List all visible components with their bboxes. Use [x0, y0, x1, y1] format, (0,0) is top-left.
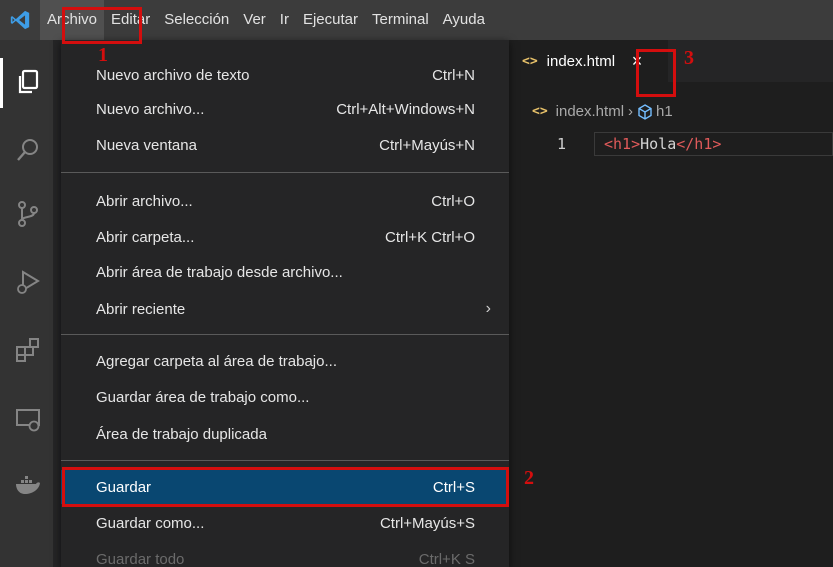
- menu-item-label: Área de trabajo duplicada: [96, 425, 267, 443]
- menu-separator: [61, 172, 509, 173]
- html-file-icon: <>: [522, 53, 538, 69]
- menu-item-shortcut: Ctrl+Mayús+S: [379, 514, 475, 532]
- menu-item-label: Nuevo archivo de texto: [96, 66, 250, 84]
- menu-ver[interactable]: Ver: [236, 0, 273, 40]
- menu-ir[interactable]: Ir: [273, 0, 296, 40]
- activity-bar: [0, 40, 53, 567]
- menu-item-label: Guardar área de trabajo como...: [96, 388, 310, 406]
- menu-item-abrir-carpeta[interactable]: Abrir carpeta... Ctrl+K Ctrl+O: [61, 220, 509, 254]
- code-text[interactable]: <h1>Hola</h1>: [604, 135, 721, 153]
- explorer-icon[interactable]: [14, 68, 42, 96]
- breadcrumb-symbol[interactable]: h1: [656, 103, 673, 120]
- menu-item-label: Abrir archivo...: [96, 192, 193, 210]
- menu-item-label: Abrir carpeta...: [96, 228, 195, 246]
- active-indicator: [0, 58, 3, 108]
- extensions-icon[interactable]: [14, 336, 42, 364]
- editor-area: <> index.html × <> index.html › h1 1 <h1…: [508, 40, 833, 567]
- vscode-logo-icon[interactable]: [0, 0, 40, 40]
- menu-item-label: Agregar carpeta al área de trabajo...: [96, 352, 337, 370]
- menu-item-label: Guardar todo: [96, 550, 185, 567]
- menu-item-guardar-area-trabajo[interactable]: Guardar área de trabajo como...: [61, 380, 509, 414]
- line-number: 1: [556, 135, 566, 153]
- menu-separator: [61, 334, 509, 335]
- annotation-number-1: 1: [98, 44, 108, 66]
- menu-item-label: Abrir reciente: [96, 300, 186, 318]
- menu-item-abrir-area-trabajo[interactable]: Abrir área de trabajo desde archivo...: [61, 255, 509, 289]
- menu-item-abrir-archivo[interactable]: Abrir archivo... Ctrl+O: [61, 184, 509, 218]
- chevron-right-icon: ›: [485, 300, 491, 317]
- menu-seleccion[interactable]: Selección: [157, 0, 236, 40]
- menu-item-nuevo-archivo[interactable]: Nuevo archivo... Ctrl+Alt+Windows+N: [61, 92, 509, 126]
- menu-item-shortcut: Ctrl+Alt+Windows+N: [336, 100, 475, 118]
- annotation-box-archivo: [62, 7, 142, 44]
- menu-item-abrir-reciente[interactable]: Abrir reciente ›: [61, 292, 509, 326]
- menu-item-guardar-como[interactable]: Guardar como... Ctrl+Mayús+S: [61, 506, 509, 540]
- code-open-tag: <h1>: [604, 135, 641, 153]
- menu-item-area-duplicada[interactable]: Área de trabajo duplicada: [61, 417, 509, 451]
- code-line[interactable]: 1 <h1>Hola</h1>: [508, 132, 833, 156]
- annotation-number-2: 2: [524, 467, 534, 489]
- menu-item-shortcut: Ctrl+O: [431, 192, 475, 210]
- run-debug-icon[interactable]: [14, 268, 42, 296]
- annotation-number-3: 3: [684, 47, 694, 69]
- breadcrumb-separator: ›: [628, 103, 634, 120]
- menu-item-label: Abrir área de trabajo desde archivo...: [96, 263, 343, 281]
- menu-item-agregar-carpeta[interactable]: Agregar carpeta al área de trabajo...: [61, 344, 509, 378]
- menu-item-shortcut: Ctrl+K S: [418, 550, 475, 567]
- menu-item-guardar-todo: Guardar todo Ctrl+K S: [61, 542, 509, 567]
- breadcrumb-file[interactable]: index.html: [556, 103, 624, 120]
- tab-label: index.html: [546, 52, 616, 70]
- html-file-icon: <>: [532, 104, 548, 119]
- docker-icon[interactable]: [14, 470, 42, 498]
- breadcrumb: <> index.html › h1: [532, 103, 673, 120]
- menu-item-shortcut: Ctrl+K Ctrl+O: [384, 228, 475, 246]
- source-control-icon[interactable]: [14, 200, 42, 228]
- search-icon[interactable]: [14, 136, 42, 164]
- annotation-box-close: [636, 49, 676, 97]
- symbol-element-icon: [638, 103, 652, 120]
- menu-ejecutar[interactable]: Ejecutar: [296, 0, 365, 40]
- menu-item-label: Guardar como...: [96, 514, 205, 532]
- menu-item-label: Nuevo archivo...: [96, 100, 205, 118]
- menu-item-nuevo-archivo-texto[interactable]: Nuevo archivo de texto Ctrl+N: [61, 58, 509, 92]
- menu-item-nueva-ventana[interactable]: Nueva ventana Ctrl+Mayús+N: [61, 128, 509, 162]
- code-content: Hola: [640, 135, 677, 153]
- code-close-tag: </h1>: [676, 135, 722, 153]
- remote-explorer-icon[interactable]: [14, 406, 42, 434]
- menu-terminal[interactable]: Terminal: [365, 0, 436, 40]
- menu-ayuda[interactable]: Ayuda: [436, 0, 492, 40]
- menu-separator: [61, 460, 509, 461]
- menu-item-shortcut: Ctrl+N: [432, 66, 475, 84]
- menu-item-label: Nueva ventana: [96, 136, 197, 154]
- annotation-box-guardar: [62, 467, 509, 507]
- menu-item-shortcut: Ctrl+Mayús+N: [379, 136, 475, 154]
